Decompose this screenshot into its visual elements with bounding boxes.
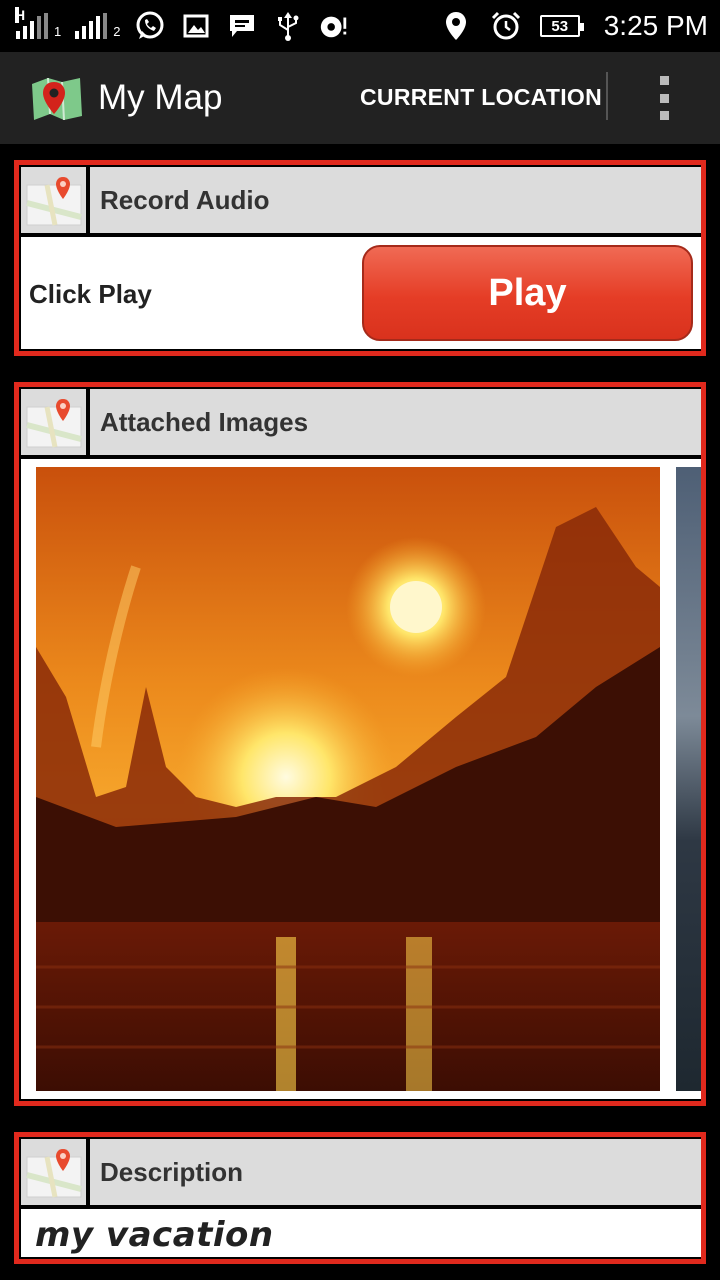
image-icon — [180, 10, 212, 42]
attached-images-card: Attached Images — [14, 382, 706, 1106]
image-gallery[interactable] — [21, 459, 701, 1099]
battery-icon: 53 — [539, 15, 584, 37]
action-bar-divider — [606, 72, 608, 120]
card-header: Attached Images — [21, 389, 701, 455]
status-left: H 1 2 — [15, 7, 350, 44]
description-card: Description my vacation — [14, 1132, 706, 1264]
attached-image-next[interactable] — [676, 467, 701, 1091]
debug-icon — [318, 10, 350, 42]
clock: 3:25 PM — [603, 10, 708, 41]
description-text: my vacation — [35, 1215, 274, 1255]
sim2-signal-icon: 2 — [75, 13, 120, 39]
attached-image-sunset[interactable] — [36, 467, 660, 1091]
action-bar: My Map CURRENT LOCATION — [0, 52, 720, 144]
whatsapp-icon — [134, 10, 166, 42]
card-header: Record Audio — [21, 167, 701, 233]
message-icon — [226, 10, 258, 42]
header-separator — [86, 389, 90, 455]
status-bar: H 1 2 53 3:25 PM — [0, 0, 720, 52]
sim2-label: 2 — [113, 24, 121, 39]
card-body: Click Play Play — [21, 237, 701, 349]
network-type: H — [15, 7, 26, 23]
status-right: 53 3:25 PM — [440, 8, 708, 44]
card-title: Attached Images — [100, 407, 309, 437]
map-pin-icon — [25, 1147, 83, 1199]
card-title: Description — [100, 1157, 244, 1187]
header-separator — [86, 167, 90, 233]
alarm-icon — [490, 10, 522, 42]
card-header: Description — [21, 1139, 701, 1205]
overflow-menu-icon[interactable] — [656, 76, 672, 120]
map-pin-icon — [25, 175, 83, 227]
card-title: Record Audio — [100, 185, 270, 215]
app-title: My Map — [98, 78, 223, 117]
usb-icon — [272, 10, 304, 42]
app-logo-icon[interactable] — [28, 74, 84, 124]
current-location-button[interactable]: CURRENT LOCATION — [360, 84, 602, 111]
play-button[interactable]: Play — [362, 245, 693, 341]
location-icon — [440, 10, 472, 42]
card-body: my vacation — [21, 1209, 701, 1257]
map-pin-icon — [25, 397, 83, 449]
sim1-signal-icon: H 1 — [15, 7, 62, 39]
record-audio-card: Record Audio Click Play Play — [14, 160, 706, 356]
header-separator — [86, 1139, 90, 1205]
sim1-label: 1 — [54, 24, 62, 39]
click-play-label: Click Play — [29, 279, 152, 309]
